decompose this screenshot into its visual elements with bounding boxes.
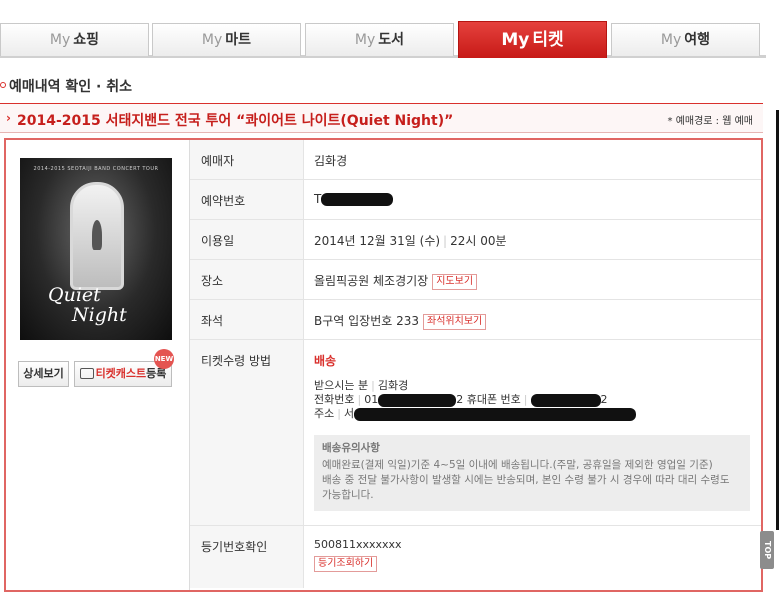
redacted-block [321,193,394,206]
seat-location-button[interactable]: 좌석위치보기 [423,313,487,330]
detail-button[interactable]: 상세보기 [18,361,69,387]
reservation-detail: 2014-2015 SEOTAIJI BAND CONCERT TOUR Qui… [4,138,763,592]
reservation-number: T [304,180,761,206]
recipient-line: 받으시는 분 | 김화경 [314,379,409,392]
event-date: 2014년 12월 31일 (수) [314,234,441,248]
address-line: 주소 | 서 [314,407,761,421]
row-label: 예매자 [190,140,304,179]
tab-my-prefix: My [660,32,682,48]
row-booker: 예매자 김화경 [190,140,761,180]
registered-mail: 500811xxxxxxx 등기조회하기 [304,526,761,572]
mobile-suffix: 2 [600,393,608,406]
tab-my-ticket[interactable]: My 티켓 [458,21,607,58]
poster-title-night: Night [72,304,127,326]
recipient-name: 김화경 [377,379,409,392]
service-tabs: My 쇼핑 My 마트 My 도서 My 티켓 My 여행 [0,21,766,58]
redacted-block [354,407,637,421]
scroll-top-button[interactable]: TOP [760,531,774,569]
venue: 올림픽공원 체조경기장 지도보기 [304,260,761,290]
address-prefix: 서 [343,407,355,420]
seat: B구역 입장번호 233 좌석위치보기 [304,300,761,330]
reservation-number-prefix: T [314,192,322,206]
tab-label: 티켓 [532,30,564,50]
bullet-icon [0,82,6,88]
row-place: 장소 올림픽공원 체조경기장 지도보기 [190,260,761,300]
new-badge: NEW [154,349,174,369]
separator: | [443,234,448,248]
booker-name: 김화경 [314,154,348,168]
arrow-icon: › [6,111,11,125]
tab-my-mart[interactable]: My 마트 [152,23,301,56]
row-label: 예약번호 [190,180,304,219]
tab-my-travel[interactable]: My 여행 [611,23,760,56]
ticket-add-icon [79,367,94,379]
phone-label: 전화번호 [314,393,355,406]
tab-label: 도서 [378,32,405,48]
page-title: 예매내역 확인 · 취소 [0,76,132,96]
event-datetime: 2014년 12월 31일 (수) | 22시 00분 [304,220,761,249]
row-date: 이용일 2014년 12월 31일 (수) | 22시 00분 [190,220,761,260]
row-label: 티켓수령 방법 [190,340,304,525]
ticket-method: 배송 받으시는 분 | 김화경 전화번호 | 01 2 휴대폰 번호 | 2 주소 | 서 배송유… [304,340,761,511]
tab-label: 여행 [684,32,711,48]
poster-caption: 2014-2015 SEOTAIJI BAND CONCERT TOUR [33,166,159,172]
concert-header: › 2014-2015 서태지밴드 전국 투어 “콰이어트 나이트(Quiet … [0,103,763,133]
phone-prefix: 01 [364,393,379,406]
concert-title: 2014-2015 서태지밴드 전국 투어 “콰이어트 나이트(Quiet Ni… [17,113,454,129]
poster-title-quiet: Quiet [48,284,101,306]
row-reservation-number: 예약번호 T [190,180,761,220]
concert-poster: 2014-2015 SEOTAIJI BAND CONCERT TOUR Qui… [20,158,172,340]
tab-my-prefix: My [201,32,223,48]
row-registered-mail: 등기번호확인 500811xxxxxxx 등기조회하기 [190,526,761,588]
notice-title: 배송유의사항 [322,442,380,454]
poster-column: 2014-2015 SEOTAIJI BAND CONCERT TOUR Qui… [6,140,190,590]
delivery-notice: 배송유의사항 예매완료(결제 익일)기준 4~5일 이내에 배송됩니다.(주말,… [314,435,750,511]
row-label: 장소 [190,260,304,299]
address-label: 주소 [314,407,335,420]
row-label: 등기번호확인 [190,526,304,588]
poster-figure-art [92,220,102,250]
recipient-label: 받으시는 분 [314,379,369,392]
row-label: 좌석 [190,300,304,339]
method-title: 배송 [314,354,337,368]
notice-text-2: 배송 중 전달 불가사항이 발생할 시에는 반송되며, 본인 수령 불가 시 경… [322,474,730,501]
row-label: 이용일 [190,220,304,259]
tab-label: 마트 [225,32,252,48]
tab-label: 쇼핑 [73,32,100,48]
row-ticket-method: 티켓수령 방법 배송 받으시는 분 | 김화경 전화번호 | 01 2 휴대폰 번호 | 2 … [190,340,761,526]
event-time: 22시 00분 [450,234,507,248]
notice-text-1: 예매완료(결제 익일)기준 4~5일 이내에 배송됩니다.(주말, 공휴일을 제… [322,459,713,471]
tab-my-prefix: My [49,32,71,48]
tab-my-books[interactable]: My 도서 [305,23,454,56]
registered-number: 500811xxxxxxx [314,538,402,551]
venue-name: 올림픽공원 체조경기장 [314,274,429,288]
ticketcast-label: 티켓캐스트 [95,367,147,380]
seat-info: B구역 입장번호 233 [314,314,420,328]
registered-lookup-button[interactable]: 등기조회하기 [314,556,378,572]
reservation-info-table: 예매자 김화경 예약번호 T 이용일 2014년 12월 31일 (수) | 22시… [190,140,761,588]
row-seat: 좌석 B구역 입장번호 233 좌석위치보기 [190,300,761,340]
tab-my-prefix: My [354,32,376,48]
mobile-label: 2 휴대폰 번호 [456,393,521,406]
booking-route: * 예매경로 : 웹 예매 [667,116,753,127]
redacted-block [378,393,457,407]
tab-my-prefix: My [501,30,530,50]
map-view-button[interactable]: 지도보기 [432,273,478,290]
page-title-text: 예매내역 확인 · 취소 [9,79,132,95]
phone-line: 전화번호 | 01 2 휴대폰 번호 | 2 [314,393,608,407]
tab-my-shopping[interactable]: My 쇼핑 [0,23,149,56]
redacted-block [530,393,601,407]
